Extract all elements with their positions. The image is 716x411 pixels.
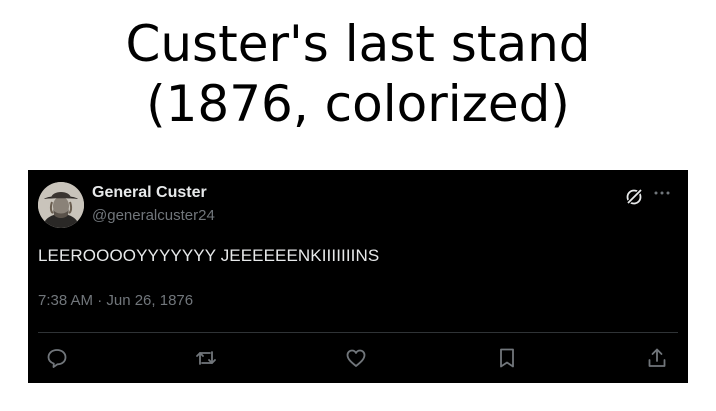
meme-caption: Custer's last stand (1876, colorized) <box>0 14 716 134</box>
grok-icon[interactable] <box>624 187 644 207</box>
bookmark-icon[interactable] <box>495 346 519 370</box>
divider <box>38 332 678 333</box>
tweet-card: General Custer @generalcuster24 LEEROOOO… <box>28 170 688 383</box>
tweet-text: LEEROOOOYYYYYYY JEEEEEENKIIIIIIINS <box>38 246 380 265</box>
caption-line-1: Custer's last stand <box>125 15 591 73</box>
display-name[interactable]: General Custer <box>92 184 207 202</box>
caption-line-2: (1876, colorized) <box>146 75 570 133</box>
user-handle[interactable]: @generalcuster24 <box>92 207 215 224</box>
reply-icon[interactable] <box>45 346 69 370</box>
avatar[interactable] <box>38 182 84 228</box>
tweet-timestamp[interactable]: 7:38 AM · Jun 26, 1876 <box>38 292 193 309</box>
like-icon[interactable] <box>344 346 368 370</box>
retweet-icon[interactable] <box>194 346 218 370</box>
share-icon[interactable] <box>645 346 669 370</box>
more-icon[interactable] <box>652 185 672 201</box>
